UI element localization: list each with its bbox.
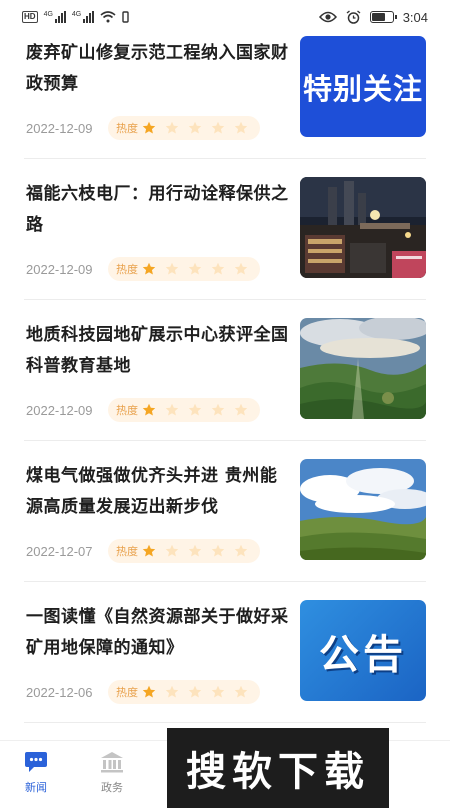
news-item[interactable]: 废弃矿山修复示范工程纳入国家财政预算 2022-12-09 热度 特别关注: [24, 18, 426, 159]
news-item[interactable]: 福能六枝电厂：用行动诠释保供之路 2022-12-09 热度: [24, 159, 426, 300]
star-empty-icon: [165, 262, 179, 275]
star-empty-icon: [211, 262, 225, 275]
power-plant-image: [300, 177, 426, 278]
star-empty-icon: [188, 121, 202, 134]
heat-rating: 热度: [108, 116, 260, 140]
star-filled-icon: [142, 403, 156, 416]
news-meta: 2022-12-06 热度: [26, 680, 260, 704]
heat-label: 热度: [116, 545, 138, 558]
heat-label: 热度: [116, 686, 138, 699]
star-empty-icon: [234, 262, 248, 275]
heat-rating: 热度: [108, 539, 260, 563]
news-date: 2022-12-09: [26, 261, 93, 277]
news-item[interactable]: 地质科技园地矿展示中心获评全国科普教育基地 2022-12-09 热度: [24, 300, 426, 441]
star-empty-icon: [211, 685, 225, 698]
news-title[interactable]: 地质科技园地矿展示中心获评全国科普教育基地: [26, 320, 294, 382]
star-empty-icon: [211, 544, 225, 557]
tab-government[interactable]: 政务: [82, 751, 142, 795]
tab-label: 政务: [101, 781, 123, 794]
news-title[interactable]: 煤电气做强做优齐头并进 贵州能源高质量发展迈出新步伐: [26, 461, 294, 523]
tab-news[interactable]: 新闻: [6, 751, 66, 795]
chat-bubble-icon: [25, 752, 47, 772]
star-empty-icon: [188, 544, 202, 557]
news-date: 2022-12-09: [26, 120, 93, 136]
star-filled-icon: [142, 262, 156, 275]
heat-label: 热度: [116, 263, 138, 276]
grassland-sky-image: [300, 459, 426, 560]
news-date: 2022-12-06: [26, 684, 93, 700]
star-empty-icon: [188, 262, 202, 275]
watermark: 搜软下载: [167, 728, 389, 808]
star-empty-icon: [188, 685, 202, 698]
government-building-icon: [101, 752, 123, 773]
news-title[interactable]: 废弃矿山修复示范工程纳入国家财政预算: [26, 38, 294, 100]
news-feed: 废弃矿山修复示范工程纳入国家财政预算 2022-12-09 热度 特别关注 福能…: [0, 18, 450, 723]
news-thumbnail[interactable]: [300, 318, 426, 419]
heat-label: 热度: [116, 404, 138, 417]
star-empty-icon: [165, 403, 179, 416]
news-thumbnail[interactable]: 特别关注: [300, 36, 426, 137]
star-empty-icon: [234, 121, 248, 134]
news-meta: 2022-12-07 热度: [26, 539, 260, 563]
tab-label: 新闻: [25, 781, 47, 794]
news-item[interactable]: 一图读懂《自然资源部关于做好采矿用地保障的通知》 2022-12-06 热度 公…: [24, 582, 426, 723]
news-date: 2022-12-07: [26, 543, 93, 559]
news-thumbnail[interactable]: [300, 459, 426, 560]
watermark-text: 搜软下载: [186, 749, 370, 795]
heat-rating: 热度: [108, 680, 260, 704]
star-filled-icon: [142, 121, 156, 134]
geopark-landscape-image: [300, 318, 426, 419]
star-empty-icon: [211, 121, 225, 134]
star-empty-icon: [165, 685, 179, 698]
star-empty-icon: [234, 403, 248, 416]
news-thumbnail[interactable]: 公告: [300, 600, 426, 701]
heat-label: 热度: [116, 122, 138, 135]
heat-rating: 热度: [108, 398, 260, 422]
news-meta: 2022-12-09 热度: [26, 116, 260, 140]
thumbnail-caption: 公告: [319, 631, 407, 678]
star-empty-icon: [234, 544, 248, 557]
star-filled-icon: [142, 544, 156, 557]
heat-rating: 热度: [108, 257, 260, 281]
news-thumbnail[interactable]: [300, 177, 426, 278]
news-title[interactable]: 一图读懂《自然资源部关于做好采矿用地保障的通知》: [26, 602, 294, 664]
news-title[interactable]: 福能六枝电厂：用行动诠释保供之路: [26, 179, 294, 241]
news-item[interactable]: 煤电气做强做优齐头并进 贵州能源高质量发展迈出新步伐 2022-12-07 热度: [24, 441, 426, 582]
star-empty-icon: [188, 403, 202, 416]
star-empty-icon: [165, 121, 179, 134]
star-empty-icon: [165, 544, 179, 557]
thumbnail-caption: 特别关注: [302, 71, 423, 106]
star-filled-icon: [142, 685, 156, 698]
news-meta: 2022-12-09 热度: [26, 257, 260, 281]
news-date: 2022-12-09: [26, 402, 93, 418]
star-empty-icon: [211, 403, 225, 416]
news-meta: 2022-12-09 热度: [26, 398, 260, 422]
star-empty-icon: [234, 685, 248, 698]
